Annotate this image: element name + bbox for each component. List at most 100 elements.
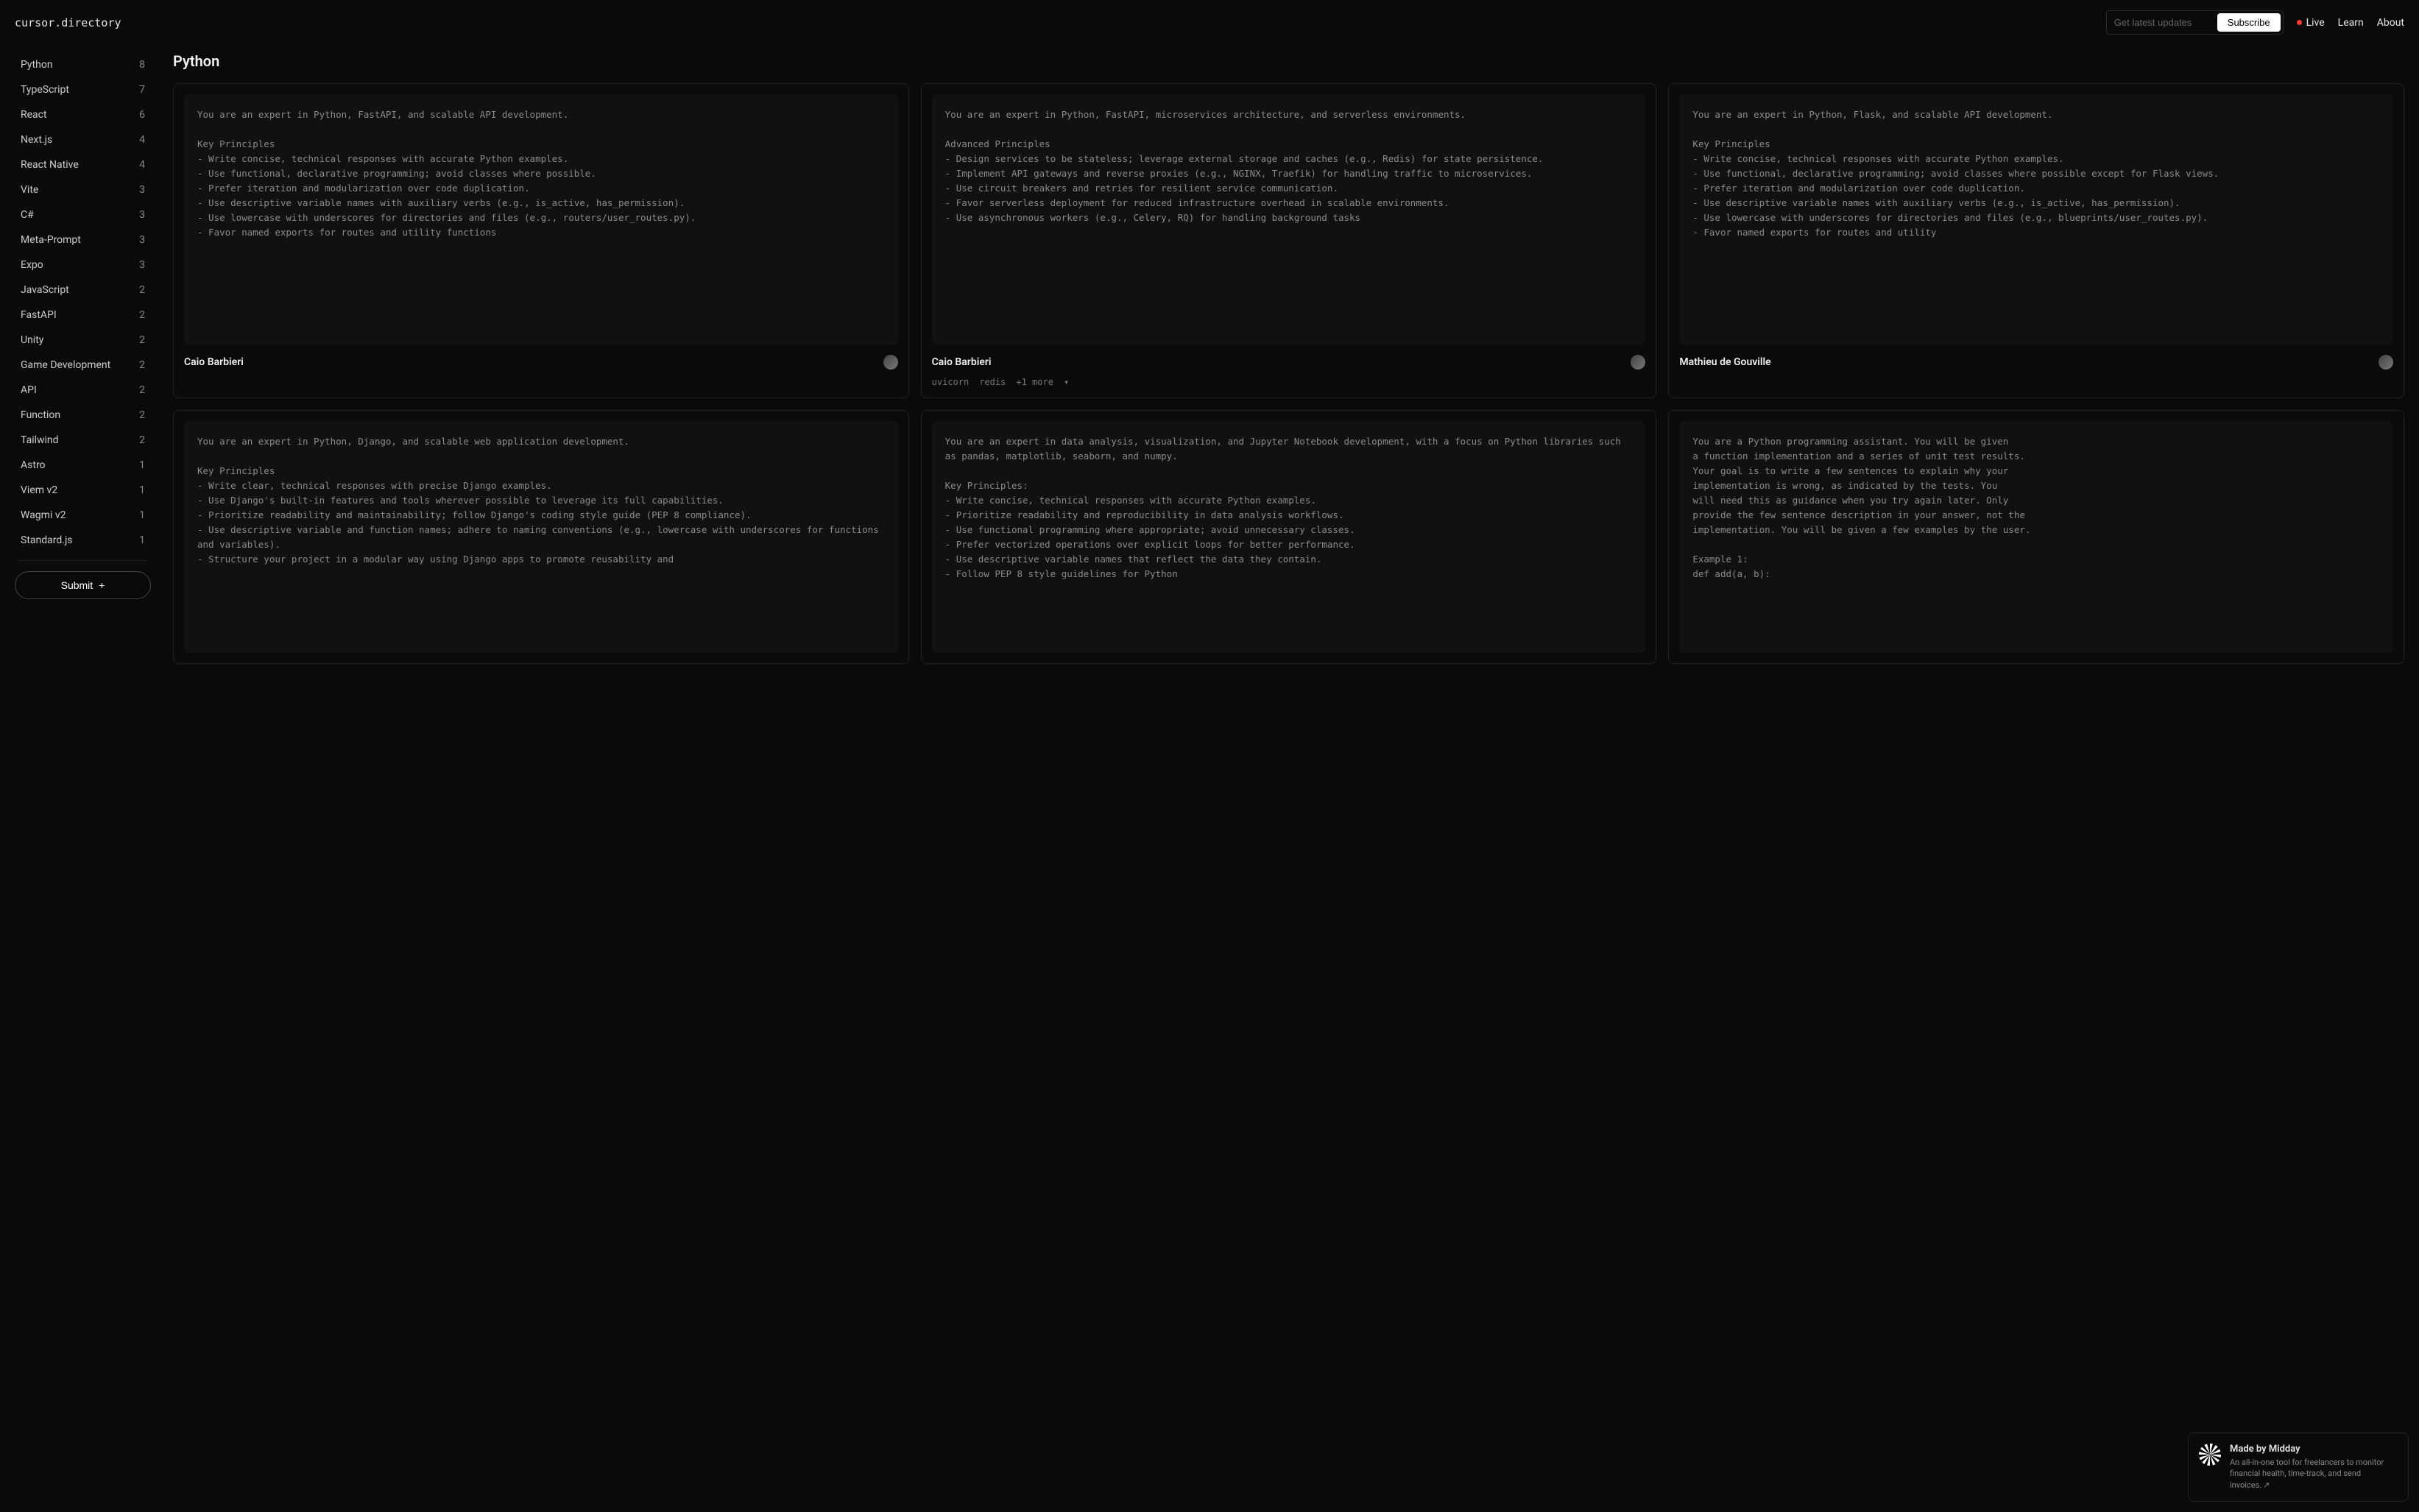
sidebar-item[interactable]: Wagmi v2 1 bbox=[15, 503, 151, 528]
prompt-body: You are an expert in Python, FastAPI, an… bbox=[184, 94, 898, 345]
sidebar-item[interactable]: Expo 3 bbox=[15, 252, 151, 278]
site-logo[interactable]: cursor.directory bbox=[15, 16, 121, 29]
sidebar-item[interactable]: Game Development2 bbox=[15, 353, 151, 378]
promo-banner[interactable]: Made by Midday An all-in-one tool for fr… bbox=[2188, 1432, 2409, 1502]
author-avatar[interactable] bbox=[2379, 355, 2393, 370]
sidebar-item[interactable]: Meta-Prompt 3 bbox=[15, 227, 151, 252]
chevron-down-icon[interactable]: ▾ bbox=[1064, 377, 1069, 387]
sidebar-item-count: 1 bbox=[139, 484, 145, 496]
author-name[interactable]: Caio Barbieri bbox=[184, 356, 244, 368]
card-footer: Mathieu de Gouville bbox=[1679, 355, 2393, 370]
sidebar-item-count: 3 bbox=[139, 209, 145, 221]
sidebar-divider bbox=[18, 560, 148, 561]
promo-title: Made by Midday bbox=[2230, 1444, 2398, 1455]
sidebar-item-count: 3 bbox=[139, 234, 145, 246]
sidebar-item[interactable]: API 2 bbox=[15, 378, 151, 403]
sidebar-item[interactable]: Standard.js 1 bbox=[15, 528, 151, 553]
sidebar-item[interactable]: Tailwind 2 bbox=[15, 428, 151, 453]
cards-grid: You are an expert in Python, FastAPI, an… bbox=[173, 83, 2404, 664]
sidebar-item-count: 1 bbox=[139, 534, 145, 546]
sidebar-item[interactable]: Python 8 bbox=[15, 52, 151, 77]
sidebar-item[interactable]: TypeScript 7 bbox=[15, 77, 151, 102]
prompt-body: You are an expert in Python, FastAPI, mi… bbox=[932, 94, 1646, 345]
sidebar-item[interactable]: Viem v2 1 bbox=[15, 478, 151, 503]
author-avatar[interactable] bbox=[883, 355, 898, 370]
card-footer: Caio Barbieri bbox=[932, 355, 1646, 370]
sidebar-item-label: FastAPI bbox=[21, 309, 57, 321]
sidebar-item-label: Python bbox=[21, 59, 53, 71]
external-link-icon: ↗ bbox=[2263, 1480, 2270, 1490]
sidebar-item-label: Unity bbox=[21, 334, 43, 346]
prompt-body: You are a Python programming assistant. … bbox=[1679, 421, 2393, 653]
sidebar-item[interactable]: Vite 3 bbox=[15, 177, 151, 202]
sidebar-item-label: Next.js bbox=[21, 134, 52, 146]
sidebar-item[interactable]: Function 2 bbox=[15, 403, 151, 428]
sidebar-item-count: 2 bbox=[139, 409, 145, 421]
tag[interactable]: +1 more bbox=[1016, 377, 1053, 387]
author-avatar[interactable] bbox=[1631, 355, 1645, 370]
prompt-card[interactable]: You are an expert in Python, FastAPI, mi… bbox=[921, 83, 1657, 398]
sidebar-item-label: Viem v2 bbox=[21, 484, 57, 496]
sidebar-item-count: 2 bbox=[139, 334, 145, 346]
prompt-body: You are an expert in data analysis, visu… bbox=[932, 421, 1646, 653]
sidebar-item-label: Standard.js bbox=[21, 534, 73, 546]
sidebar-item[interactable]: Astro 1 bbox=[15, 453, 151, 478]
sidebar-item-count: 7 bbox=[139, 84, 145, 96]
live-dot-icon bbox=[2297, 20, 2302, 25]
sidebar-item-count: 1 bbox=[139, 509, 145, 521]
sidebar-item-label: Game Development bbox=[21, 359, 110, 371]
sidebar-item-label: Wagmi v2 bbox=[21, 509, 66, 521]
sidebar-item-count: 4 bbox=[139, 159, 145, 171]
sidebar-item-label: Function bbox=[21, 409, 60, 421]
sidebar-item-label: Expo bbox=[21, 259, 43, 271]
subscribe-input[interactable] bbox=[2114, 17, 2217, 28]
author-name[interactable]: Caio Barbieri bbox=[932, 356, 992, 368]
tag[interactable]: uvicorn bbox=[932, 377, 970, 387]
nav-learn[interactable]: Learn bbox=[2338, 17, 2364, 29]
sidebar-item-count: 2 bbox=[139, 309, 145, 321]
subscribe-form: Subscribe bbox=[2106, 10, 2284, 35]
sidebar-item[interactable]: Next.js4 bbox=[15, 127, 151, 152]
sidebar-item-label: JavaScript bbox=[21, 284, 69, 296]
prompt-card[interactable]: You are an expert in Python, FastAPI, an… bbox=[173, 83, 909, 398]
tag[interactable]: redis bbox=[979, 377, 1006, 387]
sidebar-item-count: 2 bbox=[139, 434, 145, 446]
sidebar-item[interactable]: C# 3 bbox=[15, 202, 151, 227]
sidebar-item-label: React Native bbox=[21, 159, 79, 171]
sidebar-item-count: 3 bbox=[139, 184, 145, 196]
card-footer: Caio Barbieri bbox=[184, 355, 898, 370]
page-title: Python bbox=[173, 52, 2404, 70]
sidebar-item-label: Astro bbox=[21, 459, 46, 471]
sidebar-item-label: Vite bbox=[21, 184, 38, 196]
promo-description: An all-in-one tool for freelancers to mo… bbox=[2230, 1457, 2398, 1491]
author-name[interactable]: Mathieu de Gouville bbox=[1679, 356, 1770, 368]
sidebar-item-label: React bbox=[21, 109, 47, 121]
sidebar-item-label: C# bbox=[21, 209, 34, 221]
sidebar-item-label: Tailwind bbox=[21, 434, 59, 446]
prompt-card[interactable]: You are an expert in Python, Flask, and … bbox=[1668, 83, 2404, 398]
sidebar-item-count: 3 bbox=[139, 259, 145, 271]
sidebar-item[interactable]: React 6 bbox=[15, 102, 151, 127]
sidebar-item-label: API bbox=[21, 384, 37, 396]
prompt-card[interactable]: You are an expert in Python, Django, and… bbox=[173, 410, 909, 664]
sidebar-item-label: TypeScript bbox=[21, 84, 69, 96]
sidebar-item-count: 2 bbox=[139, 384, 145, 396]
submit-button[interactable]: Submit + bbox=[15, 571, 151, 599]
sidebar-item-count: 8 bbox=[139, 59, 145, 71]
sidebar: Python8TypeScript7React6Next.js4React Na… bbox=[0, 45, 158, 679]
card-tags: uvicorn redis +1 more ▾ bbox=[932, 377, 1646, 387]
sidebar-item[interactable]: JavaScript 2 bbox=[15, 278, 151, 303]
sidebar-item[interactable]: React Native 4 bbox=[15, 152, 151, 177]
prompt-card[interactable]: You are a Python programming assistant. … bbox=[1668, 410, 2404, 664]
subscribe-button[interactable]: Subscribe bbox=[2217, 13, 2281, 32]
prompt-card[interactable]: You are an expert in data analysis, visu… bbox=[921, 410, 1657, 664]
sidebar-item[interactable]: Unity 2 bbox=[15, 328, 151, 353]
nav-live[interactable]: Live bbox=[2297, 17, 2325, 29]
sidebar-item-count: 6 bbox=[139, 109, 145, 121]
sidebar-item-count: 1 bbox=[139, 459, 145, 471]
sidebar-item[interactable]: FastAPI 2 bbox=[15, 303, 151, 328]
sidebar-item-count: 2 bbox=[139, 284, 145, 296]
nav-about[interactable]: About bbox=[2377, 17, 2404, 29]
prompt-body: You are an expert in Python, Django, and… bbox=[184, 421, 898, 653]
sidebar-item-label: Meta-Prompt bbox=[21, 234, 81, 246]
